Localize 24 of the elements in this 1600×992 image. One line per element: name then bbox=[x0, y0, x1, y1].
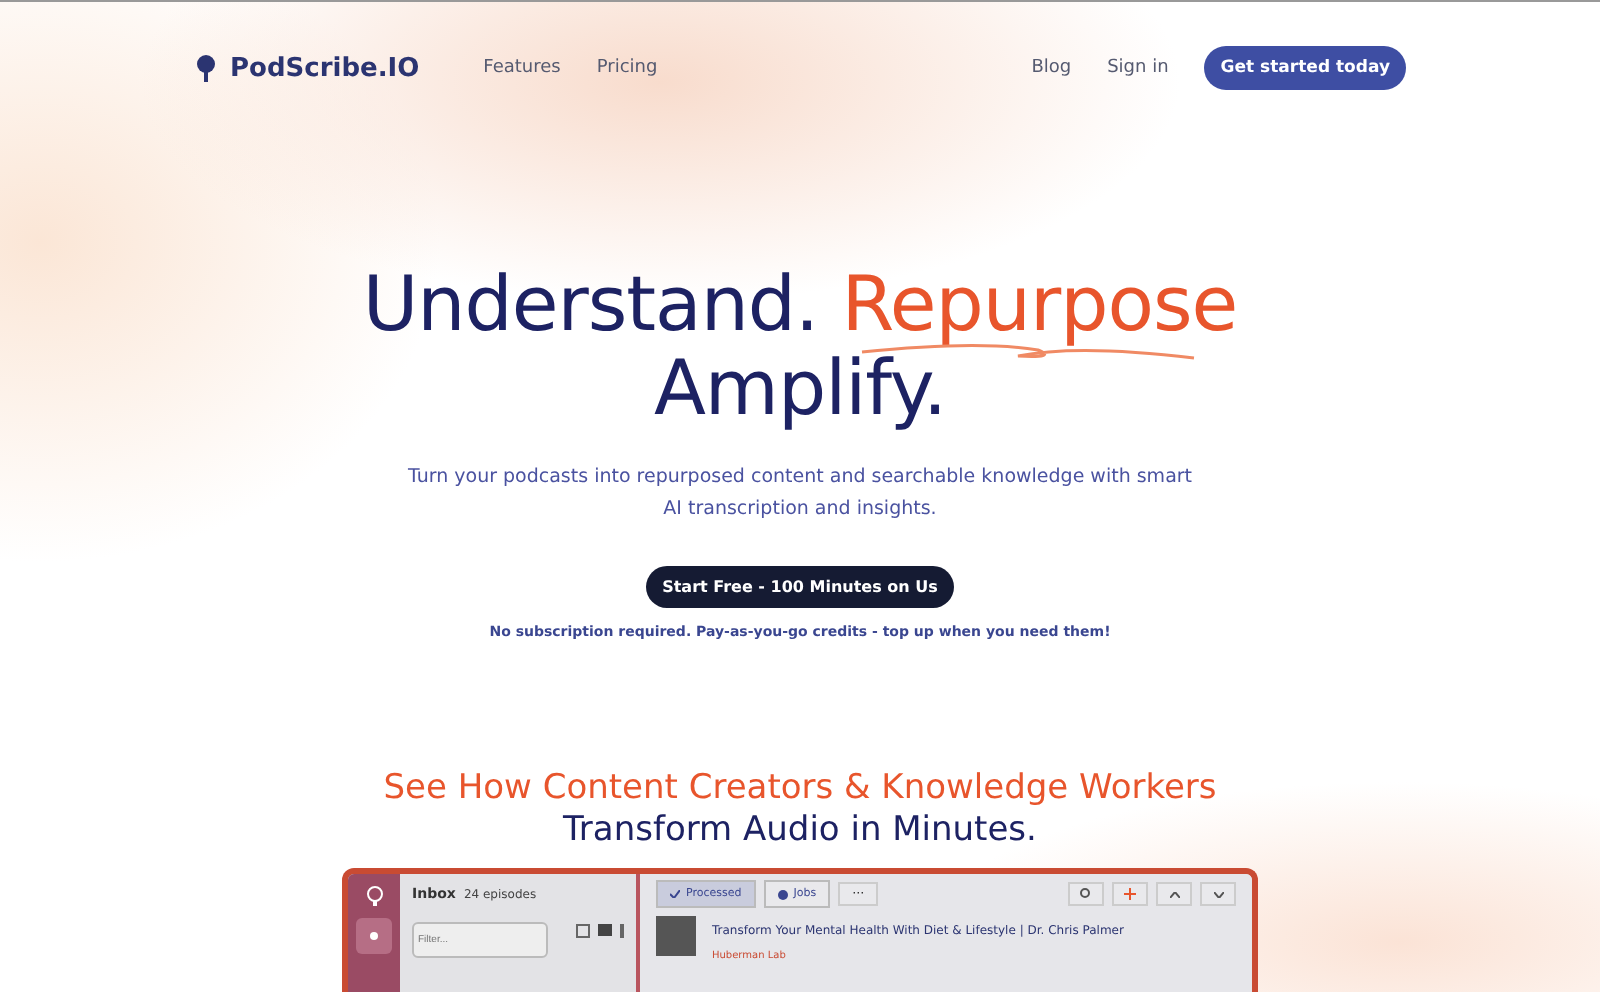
nav-link[interactable]: Features bbox=[483, 58, 561, 78]
hero-title: Understand. Repurpose Amplify. bbox=[362, 262, 1238, 430]
plus-icon bbox=[1124, 888, 1136, 900]
chevron-up-icon bbox=[1169, 891, 1179, 897]
up-button[interactable] bbox=[1156, 882, 1192, 906]
nav-link[interactable]: Blog bbox=[1031, 58, 1072, 78]
dot-icon bbox=[777, 889, 788, 899]
checkmark-icon bbox=[670, 890, 680, 898]
sidebar-button[interactable] bbox=[356, 918, 392, 954]
checkbox-icon bbox=[576, 923, 590, 937]
down-button[interactable] bbox=[1200, 882, 1236, 906]
lightbulb-icon bbox=[365, 886, 383, 906]
chevron-down-icon bbox=[1213, 891, 1223, 897]
photo-placeholder bbox=[656, 916, 696, 956]
get-started-button[interactable]: Get started today bbox=[1204, 46, 1406, 90]
nav-link[interactable]: Sign in bbox=[1107, 58, 1169, 78]
hero-subtitle: Turn your podcasts into repurposed content and searchable knowledge with smart AI transcription and insights. bbox=[405, 464, 1195, 524]
section-heading: See How Content Creators & Knowledge Workers Transform Audio in Minutes. bbox=[381, 768, 1219, 852]
search-button[interactable] bbox=[1068, 882, 1104, 906]
start-free-button[interactable]: Start Free - 100 Minutes on Us bbox=[646, 566, 954, 608]
brand-name[interactable]: PodScribe.IO bbox=[230, 53, 420, 83]
add-button[interactable] bbox=[1112, 882, 1148, 906]
nav-link[interactable]: Pricing bbox=[596, 58, 658, 78]
search-icon bbox=[1080, 888, 1092, 900]
